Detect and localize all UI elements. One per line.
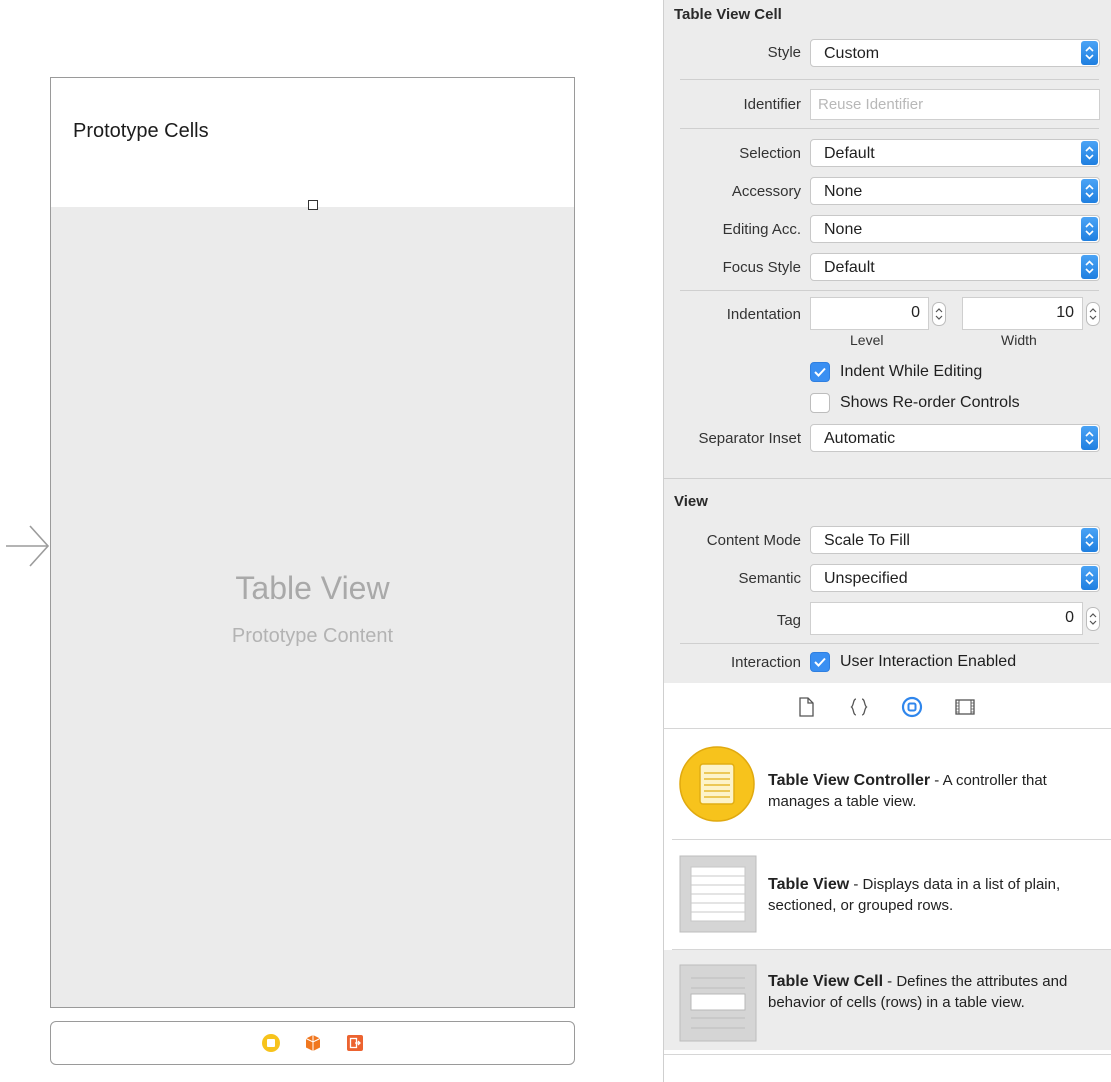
entry-point-arrow-icon[interactable] — [4, 522, 50, 570]
tag-label: Tag — [776, 612, 801, 629]
popup-arrows-icon — [1081, 41, 1098, 65]
table-view-placeholder-subtitle: Prototype Content — [231, 625, 394, 647]
style-value: Custom — [824, 45, 880, 62]
table-view-placeholder-title: Table View — [235, 570, 390, 606]
table-view-icon — [679, 855, 757, 933]
user-interaction-enabled-checkbox[interactable]: User Interaction Enabled — [810, 652, 1016, 672]
table-view-controller-icon — [679, 746, 755, 822]
library-tab-bar — [663, 683, 1111, 729]
prototype-cells-title: Prototype Cells — [73, 120, 209, 142]
shows-reorder-controls-checkbox[interactable]: Shows Re-order Controls — [810, 393, 1020, 413]
indent-while-editing-label: Indent While Editing — [840, 363, 983, 380]
object-library-icon[interactable] — [901, 696, 923, 718]
scene-dock — [50, 1021, 575, 1065]
identifier-placeholder: Reuse Identifier — [818, 96, 924, 113]
first-responder-icon[interactable] — [303, 1033, 323, 1053]
section-divider — [664, 478, 1111, 479]
accessory-label: Accessory — [731, 183, 801, 200]
user-interaction-enabled-label: User Interaction Enabled — [840, 653, 1017, 670]
style-popup[interactable]: Custom — [810, 39, 1100, 67]
editing-accessory-value: None — [824, 221, 863, 238]
accessory-popup[interactable]: None — [810, 177, 1100, 205]
prototype-cells-header: Prototype Cells — [51, 78, 574, 207]
indentation-width-value: 10 — [1056, 304, 1074, 321]
indentation-label: Indentation — [726, 306, 801, 323]
focus-style-value: Default — [824, 259, 875, 276]
indentation-width-caption: Width — [1001, 332, 1037, 348]
library-item-table-view-cell[interactable]: Table View Cell - Defines the attributes… — [664, 950, 1111, 1050]
divider — [672, 839, 1111, 840]
library-item-table-view-controller[interactable]: Table View Controller - A controller tha… — [664, 737, 1111, 837]
editing-accessory-popup[interactable]: None — [810, 215, 1100, 243]
selection-popup[interactable]: Default — [810, 139, 1100, 167]
table-view[interactable]: Table View Prototype Content — [51, 207, 574, 1007]
semantic-label: Semantic — [738, 570, 801, 587]
indentation-level-stepper[interactable] — [932, 302, 946, 326]
divider — [680, 128, 1099, 129]
indentation-width-stepper[interactable] — [1086, 302, 1100, 326]
indentation-level-value: 0 — [911, 304, 920, 321]
file-template-icon[interactable] — [795, 696, 817, 718]
tag-stepper[interactable] — [1086, 607, 1100, 631]
popup-arrows-icon — [1081, 566, 1098, 590]
accessory-value: None — [824, 183, 863, 200]
indent-while-editing-checkbox[interactable]: Indent While Editing — [810, 362, 982, 382]
separator-inset-value: Automatic — [824, 430, 896, 447]
view-section-title: View — [674, 493, 708, 510]
library-item-title: Table View Controller — [768, 772, 931, 789]
popup-arrows-icon — [1081, 141, 1098, 165]
separator-inset-popup[interactable]: Automatic — [810, 424, 1100, 452]
checkbox-unchecked-icon — [810, 393, 830, 413]
attributes-inspector: Table View Cell Style Custom Identifier … — [663, 0, 1111, 683]
library-item-title: Table View Cell — [768, 973, 884, 990]
semantic-value: Unspecified — [824, 570, 908, 587]
identifier-label: Identifier — [743, 96, 801, 113]
popup-arrows-icon — [1081, 255, 1098, 279]
indentation-level-field[interactable]: 0 — [810, 297, 929, 330]
divider — [664, 1054, 1111, 1055]
popup-arrows-icon — [1081, 528, 1098, 552]
content-mode-popup[interactable]: Scale To Fill — [810, 526, 1100, 554]
popup-arrows-icon — [1081, 426, 1098, 450]
selection-label: Selection — [739, 145, 801, 162]
code-snippet-icon[interactable] — [848, 696, 870, 718]
divider — [680, 290, 1099, 291]
checkbox-checked-icon — [810, 652, 830, 672]
content-mode-label: Content Mode — [706, 532, 801, 549]
object-library-list: Table View Controller - A controller tha… — [663, 729, 1111, 1082]
editing-accessory-label: Editing Acc. — [722, 221, 801, 238]
media-library-icon[interactable] — [954, 696, 976, 718]
selection-value: Default — [824, 145, 875, 162]
focus-style-popup[interactable]: Default — [810, 253, 1100, 281]
library-item-table-view[interactable]: Table View - Displays data in a list of … — [664, 841, 1111, 941]
popup-arrows-icon — [1081, 179, 1098, 203]
semantic-popup[interactable]: Unspecified — [810, 564, 1100, 592]
focus-style-label: Focus Style — [722, 259, 801, 276]
library-item-title: Table View — [768, 876, 850, 893]
divider — [680, 79, 1099, 80]
table-view-cell-section-title: Table View Cell — [674, 6, 782, 23]
tag-value: 0 — [1065, 609, 1074, 626]
style-label: Style — [767, 44, 801, 61]
indentation-level-caption: Level — [850, 332, 884, 348]
content-mode-value: Scale To Fill — [824, 532, 910, 549]
tag-field[interactable]: 0 — [810, 602, 1083, 635]
divider — [680, 643, 1099, 644]
interaction-label: Interaction — [730, 654, 801, 671]
indentation-width-field[interactable]: 10 — [962, 297, 1083, 330]
resize-handle[interactable] — [308, 200, 318, 210]
table-view-cell-icon — [679, 964, 757, 1042]
table-view-controller-scene[interactable]: Prototype Cells Table View Prototype Con… — [50, 77, 575, 1008]
identifier-field[interactable]: Reuse Identifier — [810, 89, 1100, 120]
exit-icon[interactable] — [345, 1033, 365, 1053]
view-controller-icon[interactable] — [261, 1033, 281, 1053]
checkbox-checked-icon — [810, 362, 830, 382]
popup-arrows-icon — [1081, 217, 1098, 241]
shows-reorder-controls-label: Shows Re-order Controls — [840, 394, 1020, 411]
separator-inset-label: Separator Inset — [698, 430, 801, 447]
